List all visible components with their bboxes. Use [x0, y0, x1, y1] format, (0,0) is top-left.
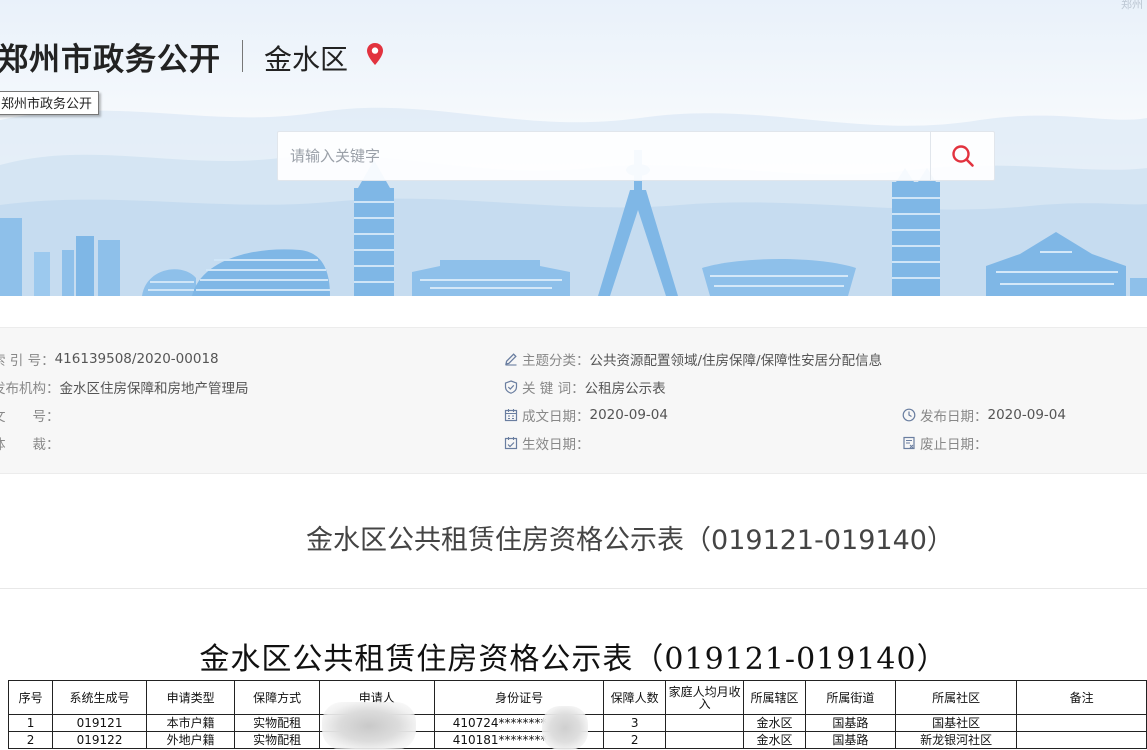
- table-cell: 外地户籍: [145, 731, 236, 749]
- calendar-icon: [504, 409, 518, 422]
- search-input[interactable]: [278, 132, 932, 180]
- meta-doc-no: 文 号：: [0, 405, 60, 425]
- shield-check-icon: [504, 380, 518, 394]
- meta-label: 废止日期：: [920, 437, 988, 453]
- table-cell: 金水区: [743, 731, 806, 749]
- meta-value: 金水区住房保障和房地产管理局: [59, 381, 249, 397]
- table-cell: 本市户籍: [145, 714, 236, 732]
- meta-keywords: 关 键 词： 公租房公示表: [504, 377, 666, 397]
- document-title: 金水区公共租赁住房资格公示表（019121-019140）: [199, 642, 948, 677]
- meta-genre: 体 裁：: [0, 433, 60, 453]
- meta-value: 公租房公示表: [584, 381, 666, 397]
- column-header: 申请类型: [145, 680, 236, 715]
- meta-publish-date: 发布日期： 2020-09-04: [902, 405, 1066, 425]
- meta-label: 发布日期：: [920, 409, 988, 425]
- page-heading: 金水区公共租赁住房资格公示表（019121-019140）: [306, 525, 954, 556]
- title-divider: [242, 40, 243, 72]
- district-name[interactable]: 金水区: [264, 38, 348, 78]
- table-cell: 2: [7, 731, 54, 749]
- search-box: [277, 131, 995, 181]
- table-cell: 实物配租: [234, 714, 320, 732]
- location-pin-icon[interactable]: [366, 42, 384, 66]
- redaction-blur: [542, 706, 588, 750]
- meta-written-date: 成文日期： 2020-09-04: [504, 405, 668, 425]
- meta-label: 发布机构：: [0, 381, 60, 397]
- column-header: 序号: [7, 680, 54, 715]
- column-header: 家庭人均月收入: [664, 680, 745, 715]
- table-cell: 金水区: [743, 714, 806, 732]
- column-header: 备注: [1016, 680, 1147, 715]
- table-cell: 国基路: [804, 714, 897, 732]
- search-button[interactable]: [930, 132, 994, 180]
- table-cell: 国基路: [804, 731, 897, 749]
- meta-value: 公共资源配置领域/住房保障/保障性安居分配信息: [589, 353, 883, 369]
- table-cell: 019122: [52, 731, 147, 749]
- table-cell: 2: [603, 731, 666, 749]
- pencil-icon: [505, 353, 517, 366]
- table-cell: 实物配租: [234, 731, 320, 749]
- column-header: 保障人数: [603, 680, 666, 715]
- meta-value: 2020-09-04: [589, 407, 668, 423]
- column-header: 所属社区: [895, 680, 1018, 715]
- search-icon: [951, 145, 974, 167]
- column-header: 系统生成号: [52, 680, 147, 715]
- meta-label: 成文日期：: [522, 409, 590, 425]
- site-title-tooltip: 郑州市政务公开: [0, 91, 100, 115]
- meta-label: 文 号：: [0, 409, 60, 425]
- site-title[interactable]: 郑州市政务公开: [0, 34, 221, 79]
- document-x-icon: [903, 436, 915, 450]
- table-cell: 国基社区: [895, 714, 1018, 732]
- calendar-check-icon: [504, 437, 518, 450]
- meta-expire-date: 废止日期：: [902, 433, 988, 453]
- meta-label: 关 键 词：: [522, 381, 585, 397]
- meta-publisher: 发布机构： 金水区住房保障和房地产管理局: [0, 377, 249, 397]
- table-cell: [664, 714, 745, 732]
- corner-text: 郑州: [1121, 0, 1143, 11]
- table-cell: 3: [603, 714, 666, 732]
- table-cell: [1016, 731, 1147, 749]
- column-header: 保障方式: [234, 680, 320, 715]
- meta-value: 416139508/2020-00018: [54, 351, 219, 367]
- meta-label: 主题分类：: [522, 353, 590, 369]
- meta-topic: 主题分类： 公共资源配置领域/住房保障/保障性安居分配信息: [504, 349, 882, 369]
- table-cell: 019121: [52, 714, 147, 732]
- header-banner: 郑州 郑州市政务公开 金水区 郑州市政务公开: [0, 0, 1147, 296]
- table-cell: [1016, 714, 1147, 732]
- table-cell: 新龙银河社区: [895, 731, 1018, 749]
- meta-effective-date: 生效日期：: [504, 433, 590, 453]
- clock-icon: [902, 408, 916, 422]
- meta-label: 体 裁：: [0, 437, 60, 453]
- heading-divider: [0, 588, 1147, 589]
- meta-label: 索 引 号：: [0, 353, 55, 369]
- table-cell: 1: [7, 714, 54, 732]
- redaction-blur: [322, 702, 416, 750]
- table-cell: [664, 731, 745, 749]
- meta-label: 生效日期：: [522, 437, 590, 453]
- document-meta-panel: 索 引 号： 416139508/2020-00018 发布机构： 金水区住房保…: [0, 327, 1147, 474]
- meta-value: 2020-09-04: [987, 407, 1066, 423]
- column-header: 所属辖区: [743, 680, 806, 715]
- column-header: 所属街道: [804, 680, 897, 715]
- meta-index-no: 索 引 号： 416139508/2020-00018: [0, 349, 219, 369]
